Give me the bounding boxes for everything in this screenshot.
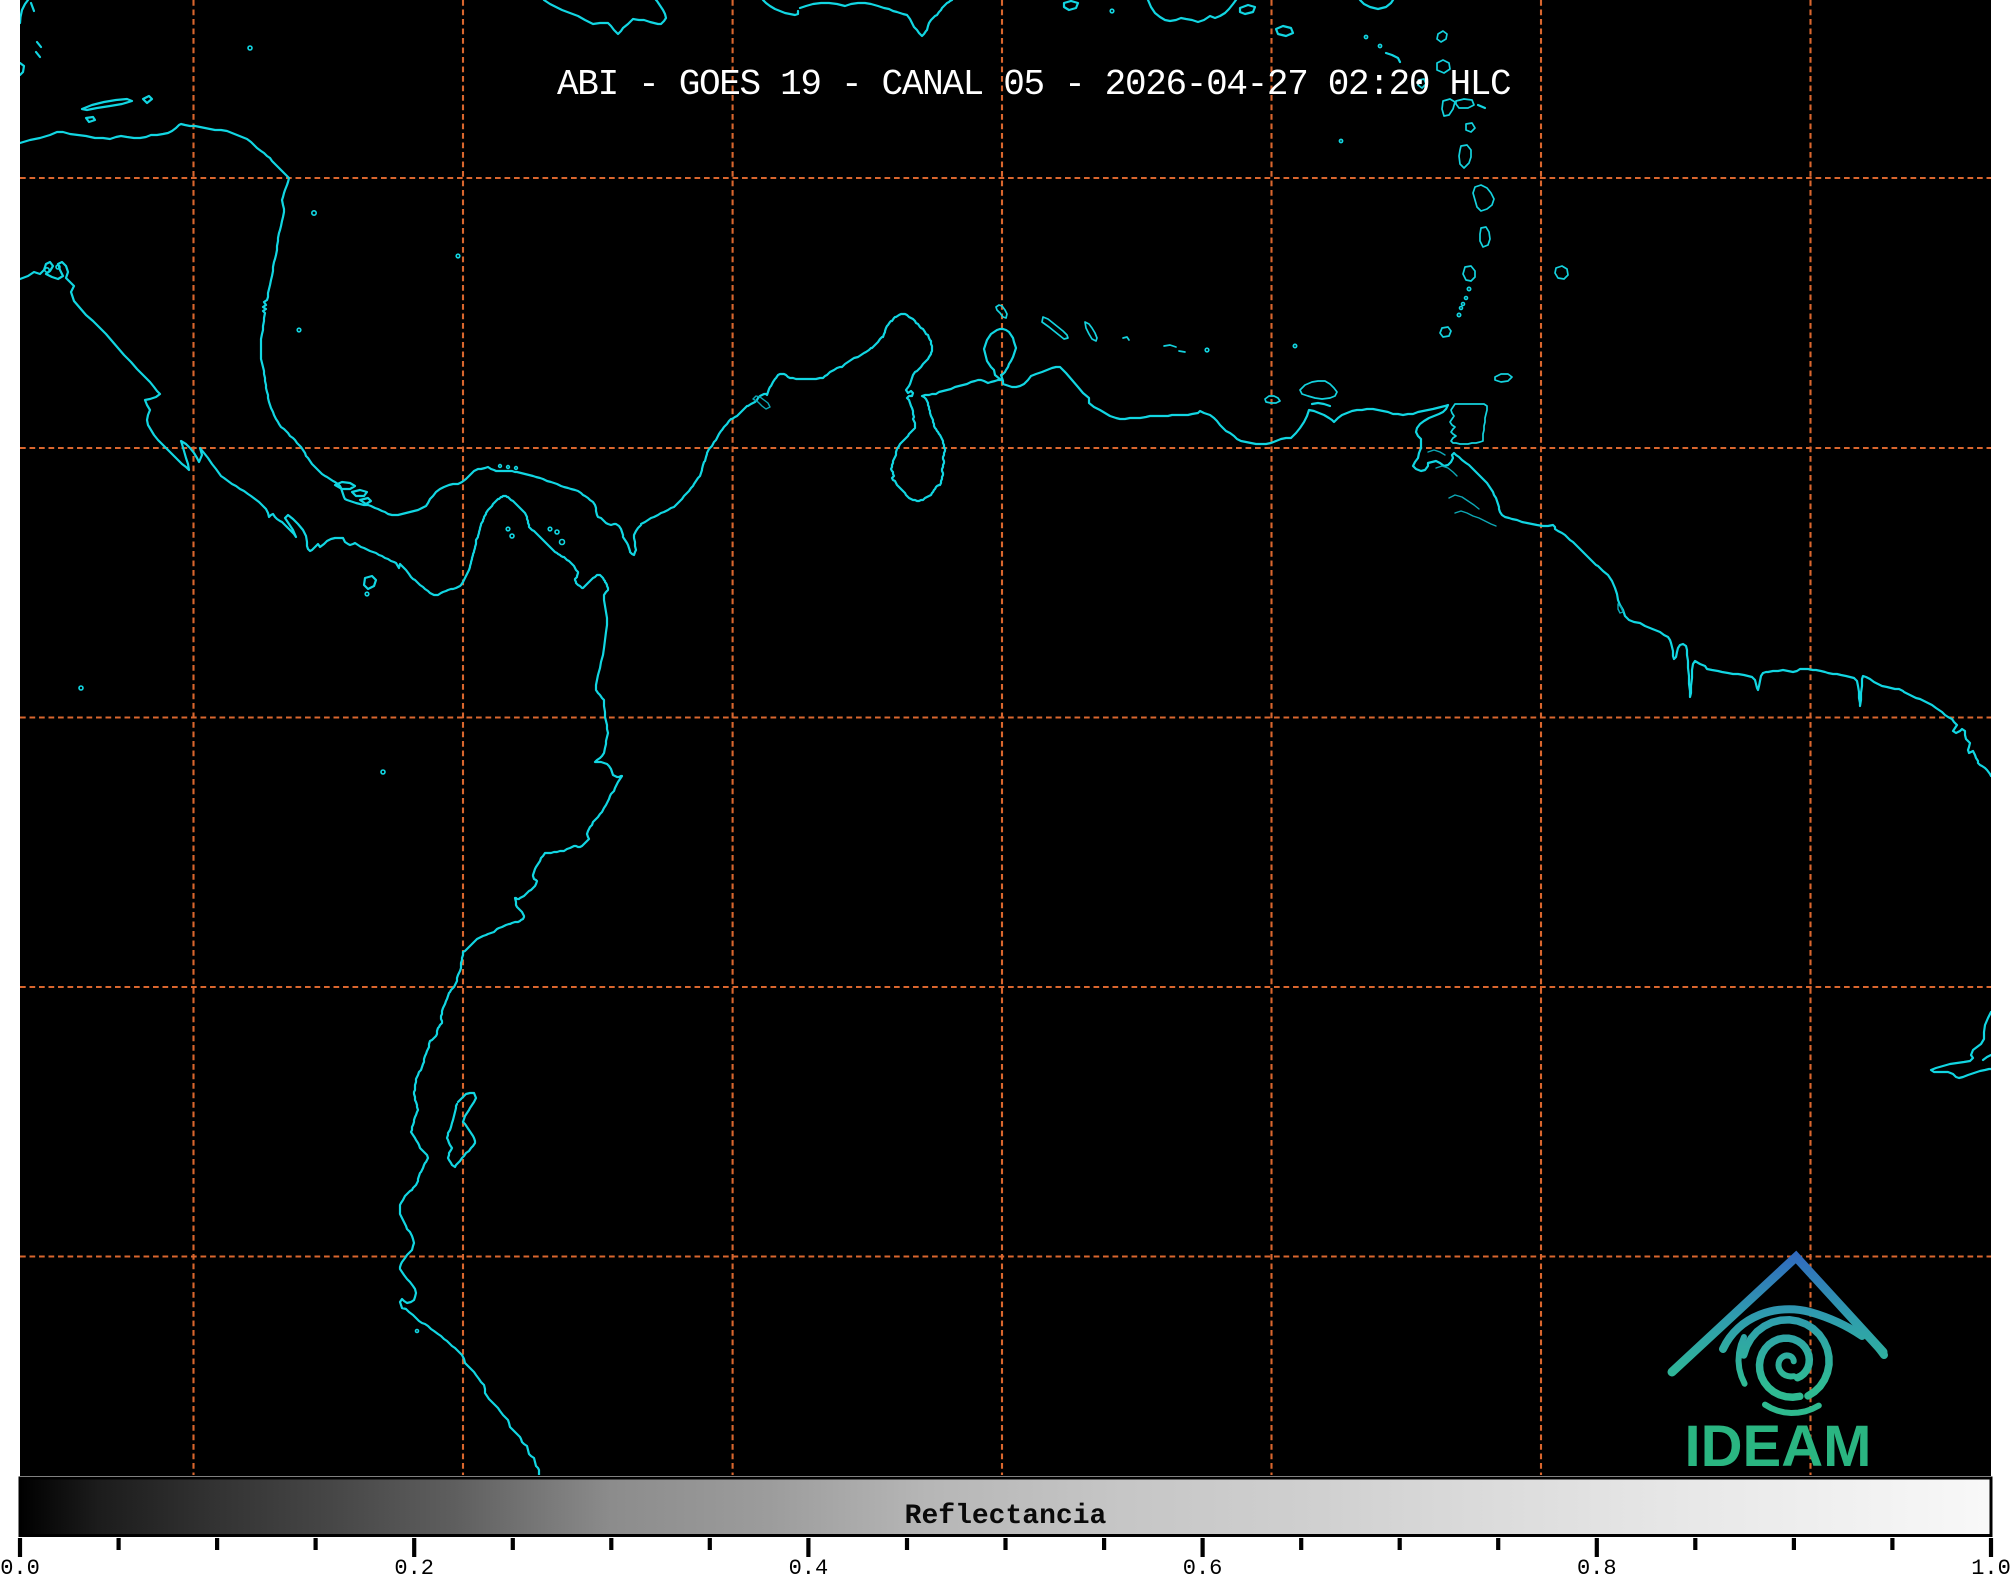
svg-text:IDEAM: IDEAM <box>1685 1414 1872 1479</box>
svg-text:ABI - GOES 19 - CANAL 05 - 202: ABI - GOES 19 - CANAL 05 - 2026-04-27 02… <box>557 64 1511 105</box>
svg-text:Reflectancia: Reflectancia <box>905 1501 1107 1532</box>
